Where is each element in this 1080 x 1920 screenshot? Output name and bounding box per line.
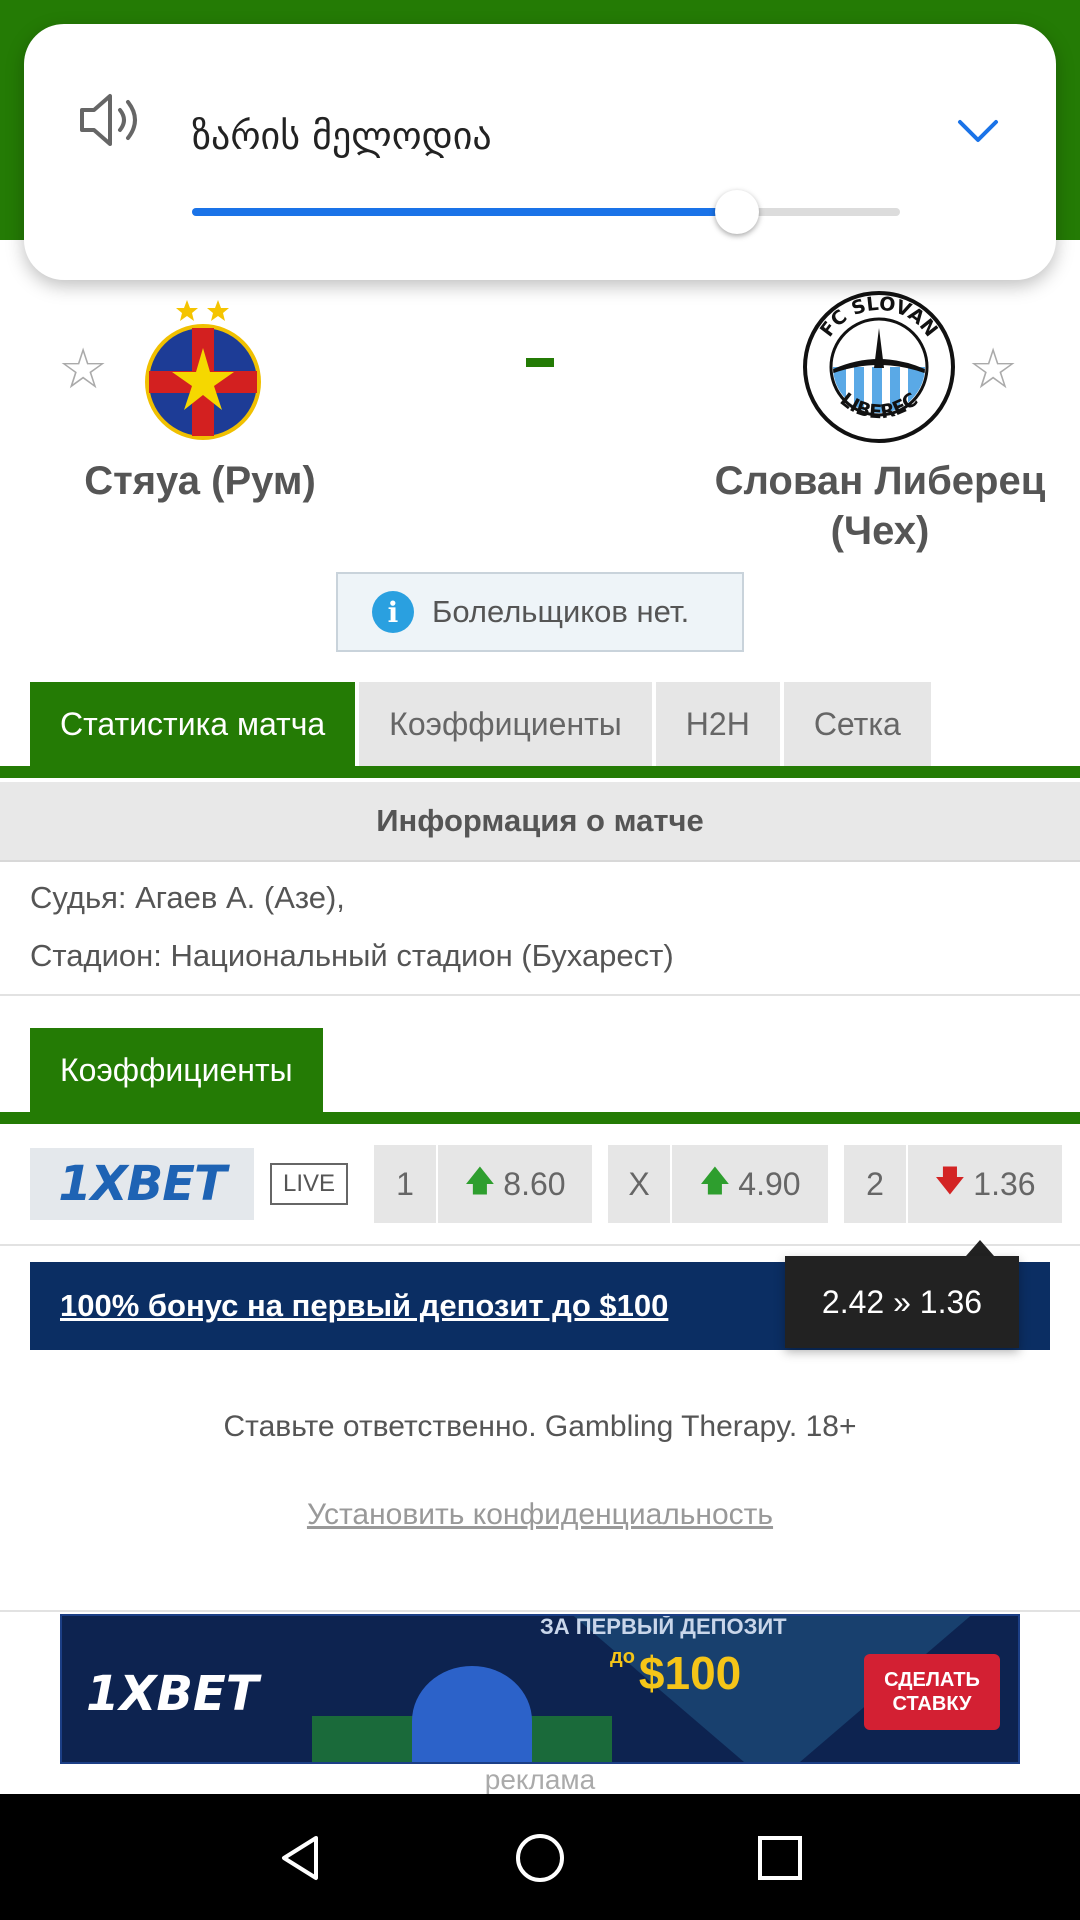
info-icon: i (372, 591, 414, 633)
recents-icon[interactable] (754, 1832, 806, 1884)
ad-amount-value: $100 (638, 1647, 742, 1699)
home-team-logo (145, 300, 261, 440)
tab-odds[interactable]: Коэффициенты (359, 682, 652, 766)
ad-banner[interactable]: 1XBET ЗА ПЕРВЫЙ ДЕПОЗИТ до$100 СДЕЛАТЬ С… (60, 1614, 1020, 1764)
away-team-logo: FC SLOVAN LIBEREC (803, 291, 955, 443)
ad-amount-prefix: до (610, 1646, 635, 1668)
odd-away-value-text: 1.36 (973, 1165, 1036, 1202)
ad-logo: 1XBET (86, 1666, 259, 1722)
volume-stream-label: ზარის მელოდია (192, 114, 492, 158)
odd-away-label[interactable]: 2 (844, 1145, 906, 1223)
ad-label: реклама (484, 1764, 596, 1795)
bookmaker-logo[interactable]: 1XBET (30, 1148, 254, 1220)
responsible-gambling-text: Ставьте ответственно. Gambling Therapy. … (223, 1410, 857, 1443)
arrow-down-icon: 🡇 (934, 1164, 966, 1198)
volume-slider[interactable] (192, 190, 900, 234)
stadium-info: Стадион: Национальный стадион (Бухарест) (30, 938, 674, 973)
fans-notice: i Болельщиков нет. (336, 572, 744, 652)
volume-popup: ზარის მელოდია (24, 24, 1056, 280)
match-info-heading: Информация о матче (0, 782, 1080, 862)
home-team-name[interactable]: Стяуа (Рум) (40, 456, 360, 506)
fans-notice-text: Болельщиков нет. (432, 594, 690, 629)
odd-draw-value-text: 4.90 (738, 1165, 801, 1202)
match-tabs: Статистика матча Коэффициенты H2H Сетка (30, 682, 935, 766)
arrow-up-icon: 🡅 (464, 1164, 496, 1198)
odd-draw-value[interactable]: 🡅 4.90 (672, 1145, 828, 1223)
odd-home-value-text: 8.60 (503, 1165, 566, 1202)
live-badge[interactable]: LIVE (270, 1163, 348, 1205)
privacy-settings-link[interactable]: Установить конфиденциальность (0, 1498, 1080, 1532)
speaker-icon[interactable] (76, 90, 146, 150)
referee-info: Судья: Агаев А. (Азе), (30, 880, 345, 915)
odd-draw-label[interactable]: X (608, 1145, 670, 1223)
bonus-link[interactable]: 100% бонус на первый депозит до $100 (60, 1288, 668, 1324)
odd-away-value[interactable]: 🡇 1.36 (908, 1145, 1062, 1223)
tab-match-statistics[interactable]: Статистика матча (30, 682, 356, 766)
volume-slider-fill (192, 208, 737, 216)
ad-cta-button[interactable]: СДЕЛАТЬ СТАВКУ (864, 1654, 1000, 1730)
home-icon[interactable] (514, 1832, 566, 1884)
odd-home-label[interactable]: 1 (374, 1145, 436, 1223)
system-navigation-bar (0, 1794, 1080, 1920)
chevron-down-icon[interactable] (956, 114, 1000, 146)
back-icon[interactable] (274, 1832, 326, 1884)
odds-change-tooltip: 2.42 » 1.36 (785, 1256, 1019, 1348)
footer-divider (0, 1610, 1080, 1612)
favorite-home-star-icon[interactable]: ☆ (58, 336, 108, 402)
odds-section-tab[interactable]: Коэффициенты (30, 1028, 323, 1112)
tab-h2h[interactable]: H2H (655, 682, 780, 766)
ad-amount: до$100 (610, 1646, 741, 1700)
ad-player-image (412, 1666, 532, 1762)
arrow-up-icon: 🡅 (699, 1164, 731, 1198)
odds-underline (0, 1112, 1080, 1124)
odd-home-value[interactable]: 🡅 8.60 (438, 1145, 592, 1223)
volume-slider-thumb[interactable] (715, 190, 759, 234)
favorite-away-star-icon[interactable]: ☆ (968, 336, 1018, 402)
section-divider (0, 994, 1080, 996)
tooltip-pointer (966, 1240, 994, 1256)
score-separator (526, 358, 554, 367)
tab-bracket[interactable]: Сетка (783, 682, 931, 766)
odds-divider (0, 1244, 1080, 1246)
away-team-name[interactable]: Слован Либерец (Чех) (700, 456, 1060, 556)
ad-headline: ЗА ПЕРВЫЙ ДЕПОЗИТ (540, 1614, 787, 1639)
tabs-underline (0, 766, 1080, 778)
